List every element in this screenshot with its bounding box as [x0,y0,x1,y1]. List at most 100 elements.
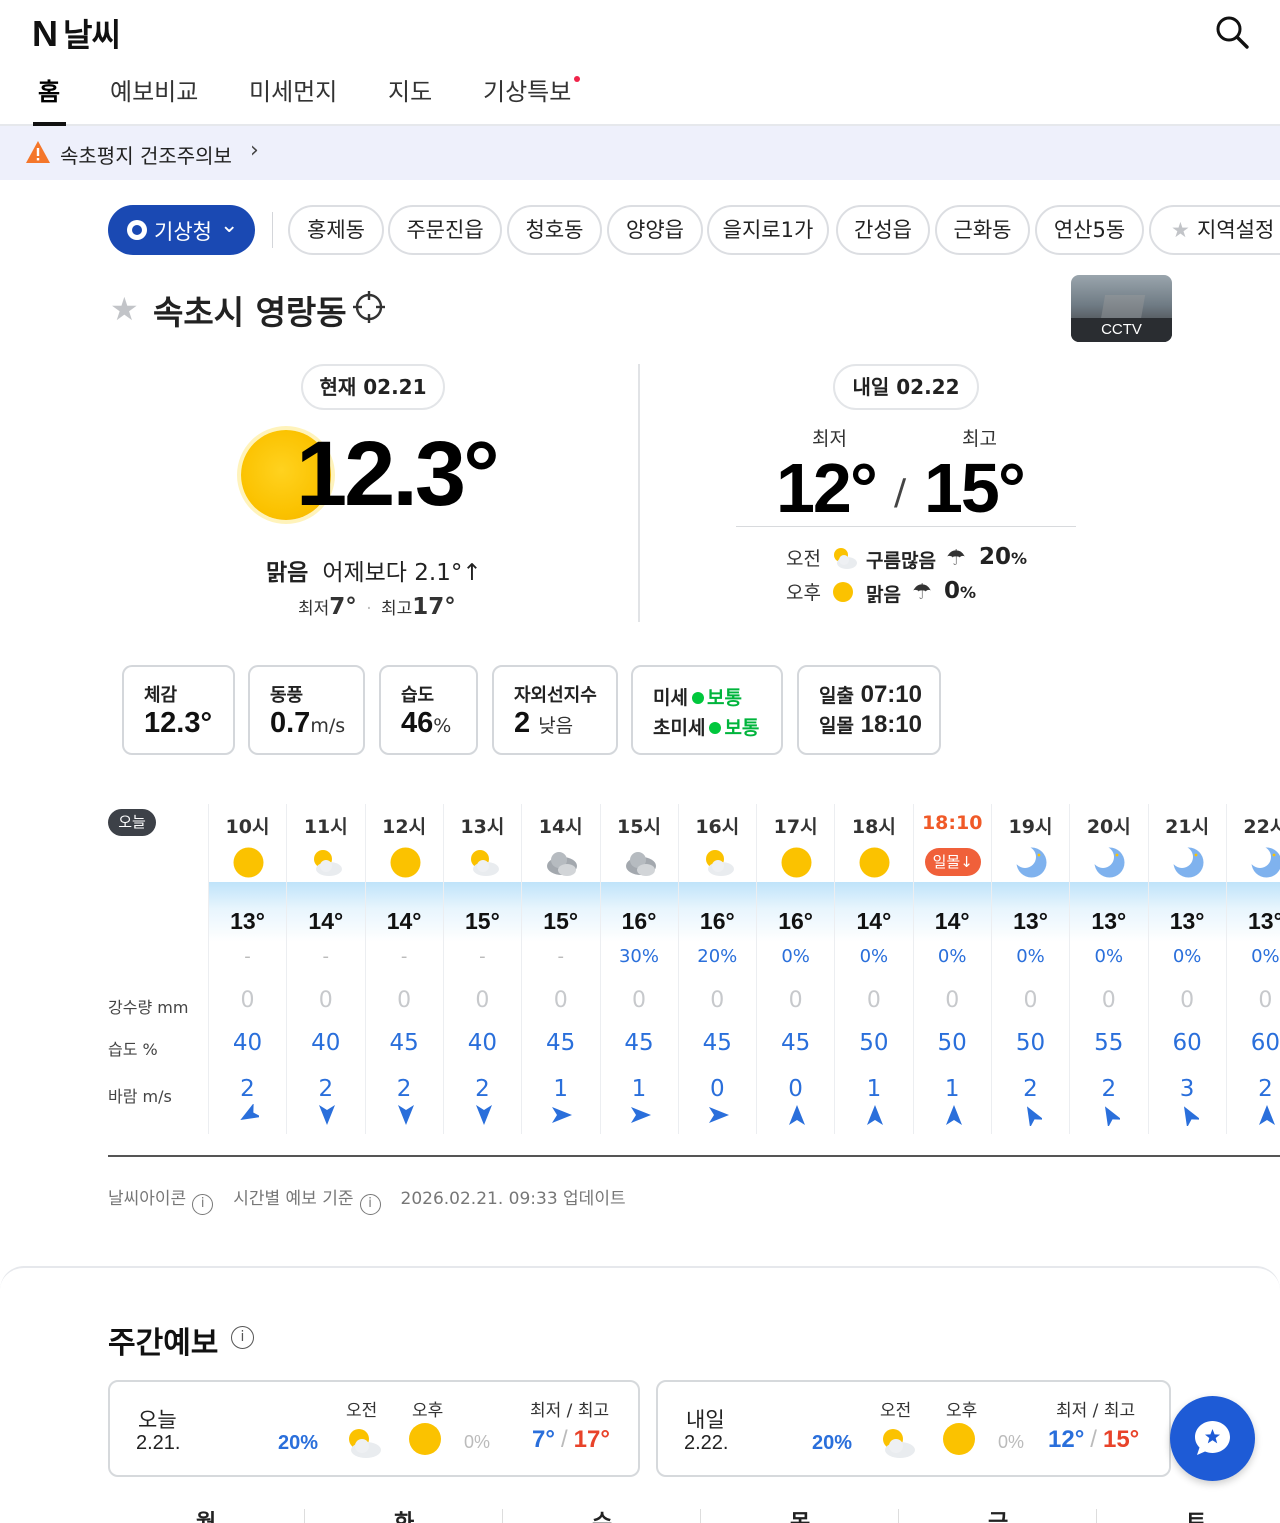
hourly-column: 12시 14° - 0 45 2 [364,804,443,1134]
tab-weather-warning[interactable]: 기상특보 [483,72,571,107]
wind-speed: 2 [396,1076,412,1102]
card-title: 자외선지수 [514,685,597,706]
hourly-column: 10시 13° - 0 40 2 [208,804,286,1134]
current-temperature: 12.3° [296,423,500,525]
info-icon[interactable]: i [231,1326,254,1349]
wind-speed: 0 [709,1076,725,1102]
sun-icon [781,847,812,878]
moon-icon [1171,846,1204,878]
tab-forecast-compare[interactable]: 예보비교 [110,72,198,107]
partly-cloudy-icon [349,1429,381,1458]
chatbot-fab-button[interactable] [1170,1396,1255,1481]
info-icon[interactable]: i [359,1194,381,1215]
uv-index-card[interactable]: 자외선지수 2 낮음 [492,665,618,755]
weekly-day-card[interactable]: 내일 2.22. 오전 오후 20% 0% 최저 / 최고 12°/15° [656,1380,1171,1477]
cctv-thumbnail[interactable]: CCTV [1071,275,1172,342]
hourly-column: 14시 15° - 0 45 1 [521,804,599,1134]
cloud-icon [547,852,578,876]
wind-speed: 0 [788,1076,803,1102]
hour-temperature: 14° [856,908,892,934]
tab-fine-dust[interactable]: 미세먼지 [249,72,337,107]
rain-amount: 0 [240,988,255,1013]
weekday-divider [700,1509,701,1523]
rain-row-label: 강수량 mm [108,998,189,1017]
wind-direction-icon [708,1107,729,1123]
pm-label: 오후 [946,1401,978,1421]
pm25-line: 초미세 보통 [653,717,760,739]
region-chip[interactable]: 홍제동 [288,205,384,255]
min-max-values: 12°/15° [1048,1426,1140,1453]
hour-label: 13시 [460,816,505,838]
sunrise-sunset-card[interactable]: 일출 07:10 일몰 18:10 [797,665,941,755]
card-title: 동풍 [270,685,304,706]
humidity-value: 60 [1250,1030,1280,1056]
am-condition: 구름많음 [866,550,936,572]
min-max-label: 최저 / 최고 [1056,1401,1136,1421]
hourly-column: 16시 16° 20% 0 45 0 [677,804,756,1134]
feels-like-card[interactable]: 체감 12.3° [122,665,235,755]
rain-amount: 0 [1258,988,1273,1013]
precip-probability: - [244,946,251,967]
region-chip[interactable]: 주문진읍 [388,205,502,255]
hourly-forecast-scroller[interactable]: 10시 13° - 0 40 2 11시 14° - 0 40 2 12시 14° - 0 45 2 13시 15° -… [208,804,1280,1134]
hour-label: 15시 [617,816,661,838]
wind-card[interactable]: 동풍 0.7m/s [248,665,365,755]
rain-amount: 0 [1101,988,1116,1013]
fine-dust-card[interactable]: 미세 보통 초미세 보통 [631,665,783,755]
min-max-values: 7°/17° [532,1426,610,1453]
section-divider [638,364,640,622]
tab-map[interactable]: 지도 [388,72,432,107]
search-icon[interactable] [1214,14,1250,50]
today-badge: 오늘 [108,809,156,836]
wind-speed: 1 [944,1076,960,1102]
tomorrow-min-label: 최저 [812,428,847,450]
region-chip[interactable]: 연산5동 [1035,205,1144,255]
provider-select-button[interactable]: 기상청 ⌄ [108,205,255,255]
chat-bubble-icon [1195,1421,1230,1455]
weather-alert-banner[interactable]: 속초평지 건조주의보 › [0,126,1280,180]
weekday-label: 목 [790,1505,810,1523]
weekly-day-card[interactable]: 오늘 2.21. 오전 오후 20% 0% 최저 / 최고 7°/17° [108,1380,640,1477]
region-chip[interactable]: 을지로1가 [707,205,829,255]
hourly-column: 21시 13° 0% 0 60 3 [1147,804,1226,1134]
current-date-pill: 현재 02.21 [301,364,445,410]
favorite-star-icon[interactable]: ★ [110,290,139,328]
new-dot-badge [574,76,580,82]
precip-probability: 0% [1172,946,1202,967]
region-chip[interactable]: 청호동 [507,205,602,255]
humidity-value: 50 [1015,1030,1046,1056]
rain-amount: 0 [1180,988,1195,1013]
status-dot-icon [709,722,722,734]
wind-speed: 2 [240,1076,255,1102]
region-chip[interactable]: 양양읍 [607,205,703,255]
brand-logo[interactable]: N 날씨 [32,10,121,56]
pm10-line: 미세 보통 [653,687,742,709]
moon-icon [1093,846,1125,878]
umbrella-icon: ☂ [946,546,966,571]
hour-temperature: 14° [308,908,344,934]
sun-icon [859,847,890,878]
humidity-value: 40 [467,1030,498,1056]
warning-icon [26,141,50,163]
precip-probability: 0% [937,946,967,967]
chevron-down-icon: ⌄ [220,213,239,238]
wind-direction-icon [240,1104,259,1120]
current-location-icon[interactable] [352,290,386,324]
hour-temperature: 13° [1248,908,1280,934]
info-icon[interactable]: i [192,1194,214,1215]
alert-text: 속초평지 건조주의보 [60,144,232,168]
weekday-divider [1096,1509,1097,1523]
hour-label: 18:10 [921,812,983,834]
hour-label: 10시 [225,816,270,838]
tab-home[interactable]: 홈 [38,72,60,107]
humidity-card[interactable]: 습도 46% [379,665,478,755]
top-bar: N 날씨 홈 예보비교 미세먼지 지도 기상특보 [0,0,1280,126]
hour-temperature: 16° [621,908,657,934]
hourly-column: 17시 16° 0% 0 45 0 [756,804,834,1134]
hour-label: 12시 [382,816,427,838]
partly-cloudy-icon [314,850,343,876]
region-chip[interactable]: 근화동 [935,205,1030,255]
precip-probability: 20% [697,946,738,967]
region-settings-chip[interactable]: ★ 지역설정 [1149,205,1280,255]
region-chip[interactable]: 간성읍 [836,205,930,255]
